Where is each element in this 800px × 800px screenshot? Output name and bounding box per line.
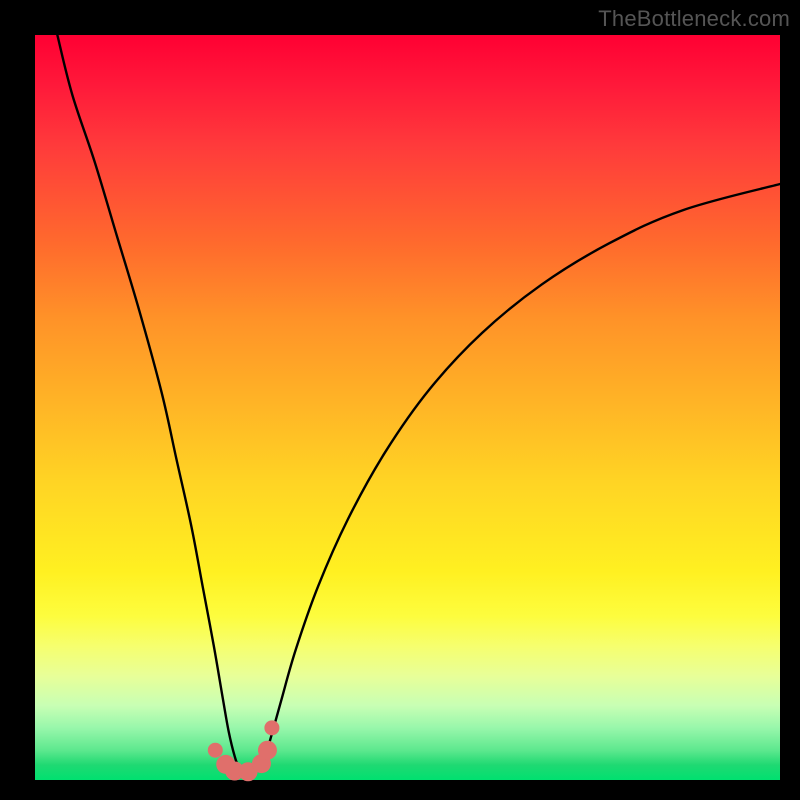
curve-layer bbox=[35, 35, 780, 780]
highlight-dot bbox=[208, 743, 223, 758]
highlight-dots bbox=[208, 720, 280, 781]
plot-area bbox=[35, 35, 780, 780]
bottleneck-curve bbox=[57, 35, 780, 777]
highlight-dot bbox=[264, 720, 279, 735]
watermark-text: TheBottleneck.com bbox=[598, 6, 790, 32]
chart-frame: TheBottleneck.com bbox=[0, 0, 800, 800]
highlight-dot bbox=[258, 741, 277, 760]
